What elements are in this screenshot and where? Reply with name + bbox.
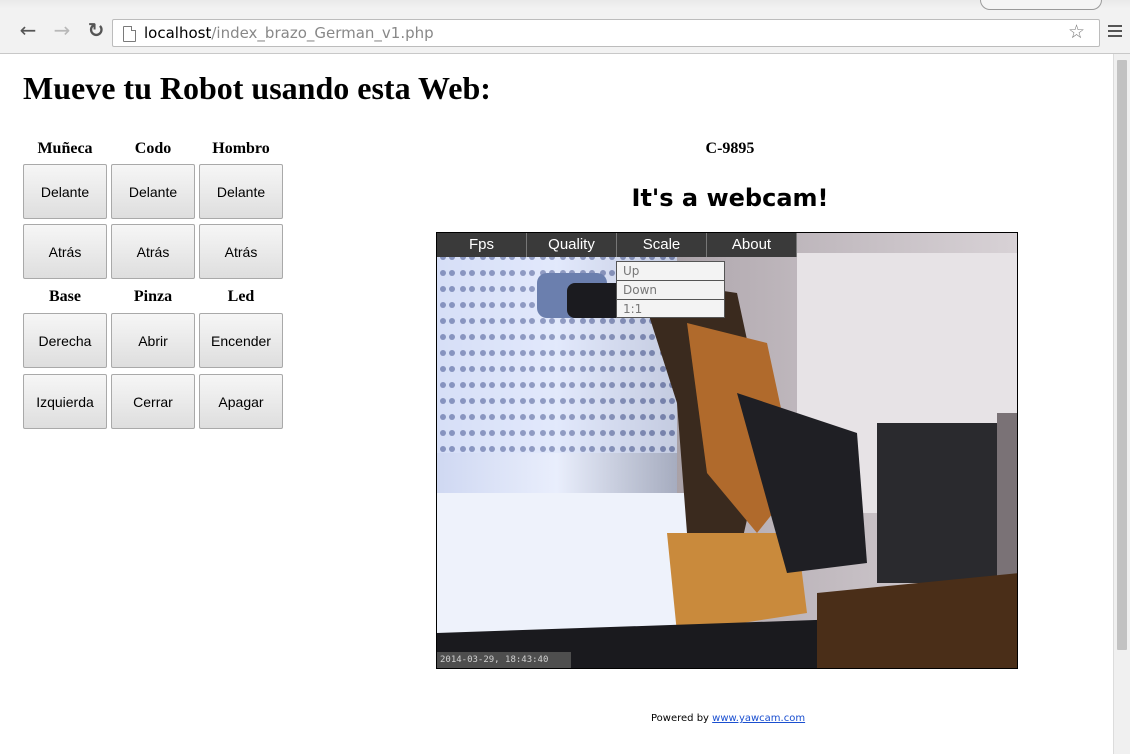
menu-quality[interactable]: Quality	[527, 233, 617, 257]
base-derecha-button[interactable]: Derecha	[23, 313, 107, 368]
menu-scale[interactable]: Scale	[617, 233, 707, 257]
led-apagar-button[interactable]: Apagar	[199, 374, 283, 429]
muneca-delante-button[interactable]: Delante	[23, 164, 107, 219]
hombro-delante-button[interactable]: Delante	[199, 164, 283, 219]
codo-delante-button[interactable]: Delante	[111, 164, 195, 219]
reload-icon[interactable]: ↻	[84, 18, 108, 42]
hamburger-menu-icon[interactable]	[1108, 20, 1124, 42]
vertical-scrollbar[interactable]	[1113, 54, 1130, 754]
webcam-timestamp: 2014-03-29, 18:43:40	[437, 652, 571, 668]
scrollbar-thumb[interactable]	[1117, 60, 1127, 650]
page-title: Mueve tu Robot usando esta Web:	[23, 70, 491, 106]
webcam-title: It's a webcam!	[631, 184, 829, 212]
hombro-atras-button[interactable]: Atrás	[199, 224, 283, 279]
scale-option-1-1[interactable]: 1:1	[616, 299, 725, 318]
star-icon[interactable]: ☆	[1068, 19, 1085, 45]
pinza-cerrar-button[interactable]: Cerrar	[111, 374, 195, 429]
pinza-abrir-button[interactable]: Abrir	[111, 313, 195, 368]
base-izquierda-button[interactable]: Izquierda	[23, 374, 107, 429]
scale-option-up[interactable]: Up	[616, 261, 725, 280]
url-path: /index_brazo_German_v1.php	[211, 24, 434, 42]
webcam-menu-bar: Fps Quality Scale About	[437, 233, 797, 257]
url-text[interactable]: localhost/index_brazo_German_v1.php	[144, 24, 434, 42]
camera-id: C-9895	[705, 140, 755, 157]
url-host: localhost	[144, 24, 212, 42]
tab-strip	[0, 0, 1130, 9]
label-hombro: Hombro	[212, 140, 270, 157]
browser-toolbar: ← → ↻ localhost/index_brazo_German_v1.ph…	[0, 0, 1130, 54]
webcam-view: Fps Quality Scale About Up Down 1:1 2014…	[436, 232, 1018, 669]
muneca-atras-button[interactable]: Atrás	[23, 224, 107, 279]
codo-atras-button[interactable]: Atrás	[111, 224, 195, 279]
powered-by-text: Powered by	[651, 713, 709, 724]
page-content: Mueve tu Robot usando esta Web: Muñeca C…	[0, 54, 1113, 754]
label-codo: Codo	[134, 140, 172, 157]
powered-by: Powered by www.yawcam.com	[651, 713, 805, 724]
page-icon	[123, 26, 136, 42]
browser-tab[interactable]	[980, 0, 1102, 10]
led-encender-button[interactable]: Encender	[199, 313, 283, 368]
address-bar[interactable]: localhost/index_brazo_German_v1.php	[112, 19, 1100, 47]
yawcam-link[interactable]: www.yawcam.com	[712, 713, 805, 724]
label-led: Led	[227, 288, 255, 305]
scale-option-down[interactable]: Down	[616, 280, 725, 299]
back-arrow-icon[interactable]: ←	[16, 18, 40, 42]
forward-arrow-icon[interactable]: →	[50, 18, 74, 42]
scale-dropdown: Up Down 1:1	[616, 261, 725, 318]
menu-about[interactable]: About	[707, 233, 797, 257]
menu-fps[interactable]: Fps	[437, 233, 527, 257]
webcam-image	[437, 233, 1017, 668]
label-pinza: Pinza	[133, 288, 173, 305]
label-base: Base	[49, 288, 81, 305]
label-muneca: Muñeca	[37, 140, 93, 157]
